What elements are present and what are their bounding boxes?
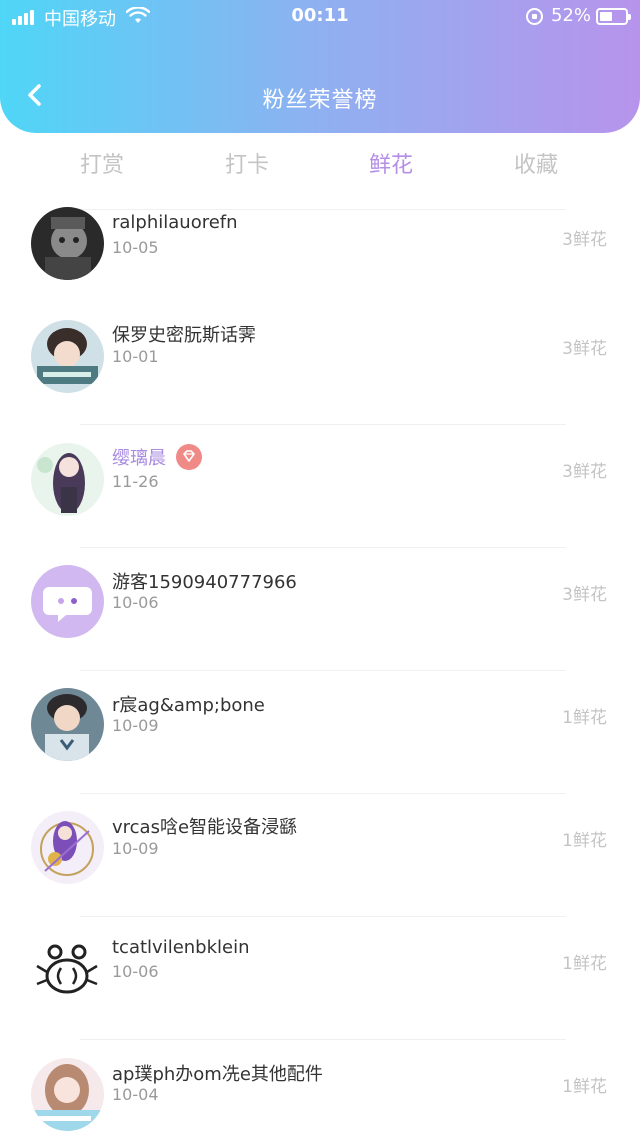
flower-count: 1鲜花: [562, 1077, 607, 1097]
battery-icon: [596, 8, 631, 25]
list-item[interactable]: vrcas唅e智能设备浸繇 10-09 1鲜花: [0, 794, 640, 917]
list-item[interactable]: 缨璃晨 11-26 3鲜花: [0, 425, 640, 548]
avatar: [31, 320, 104, 393]
avatar: [31, 207, 104, 280]
fan-name-vip: 缨璃晨: [112, 444, 202, 472]
flower-count: 3鲜花: [562, 339, 607, 359]
fan-date: 10-06: [112, 593, 159, 612]
fan-date: 10-01: [112, 347, 159, 366]
avatar: [31, 688, 104, 761]
status-bar: 中国移动 00:11 52%: [0, 0, 640, 34]
list-item[interactable]: ralphilauorefn 10-05 3鲜花: [0, 123, 640, 280]
list-item[interactable]: ap璞ph办om冼e其他配件 10-04 1鲜花: [0, 1040, 640, 1138]
row-divider: [80, 209, 566, 210]
clock: 00:11: [291, 5, 349, 26]
avatar: [31, 1058, 104, 1131]
diamond-vip-icon: [176, 444, 202, 470]
list-item[interactable]: r宸ag&amp;bone 10-09 1鲜花: [0, 671, 640, 794]
avatar: [31, 811, 104, 884]
battery-percentage: 52%: [551, 5, 592, 26]
flower-count: 3鲜花: [562, 585, 607, 605]
list-item[interactable]: tcatlvilenbklein 10-06 1鲜花: [0, 917, 640, 1040]
avatar: [31, 934, 104, 1007]
fan-date: 10-06: [112, 962, 159, 981]
flower-count: 1鲜花: [562, 954, 607, 974]
flower-count: 3鲜花: [562, 230, 607, 250]
flower-count: 1鲜花: [562, 708, 607, 728]
avatar: [31, 443, 104, 516]
fan-name: vrcas唅e智能设备浸繇: [112, 817, 298, 838]
avatar: [31, 565, 104, 638]
fan-name: r宸ag&amp;bone: [112, 695, 265, 716]
rotation-lock-icon: [526, 8, 543, 25]
fan-name: tcatlvilenbklein: [112, 937, 250, 958]
list-item[interactable]: 游客1590940777966 10-06 3鲜花: [0, 548, 640, 671]
fan-date: 10-09: [112, 839, 159, 858]
page-title: 粉丝荣誉榜: [262, 88, 378, 113]
fan-date: 10-04: [112, 1085, 159, 1104]
flower-count: 3鲜花: [562, 462, 607, 482]
flower-count: 1鲜花: [562, 831, 607, 851]
list-item[interactable]: 保罗史密朊斯话霁 10-01 3鲜花: [0, 302, 640, 425]
fan-date: 10-09: [112, 716, 159, 735]
fan-name: ap璞ph办om冼e其他配件: [112, 1064, 323, 1085]
fan-date: 10-05: [112, 238, 159, 257]
fan-name: ralphilauorefn: [112, 212, 238, 233]
fan-name: 保罗史密朊斯话霁: [112, 325, 256, 346]
fan-name: 缨璃晨: [112, 448, 166, 469]
header-bar: 中国移动 00:11 52% 粉丝荣誉榜: [0, 0, 640, 133]
fan-name: 游客1590940777966: [112, 572, 297, 593]
fan-date: 11-26: [112, 472, 159, 491]
